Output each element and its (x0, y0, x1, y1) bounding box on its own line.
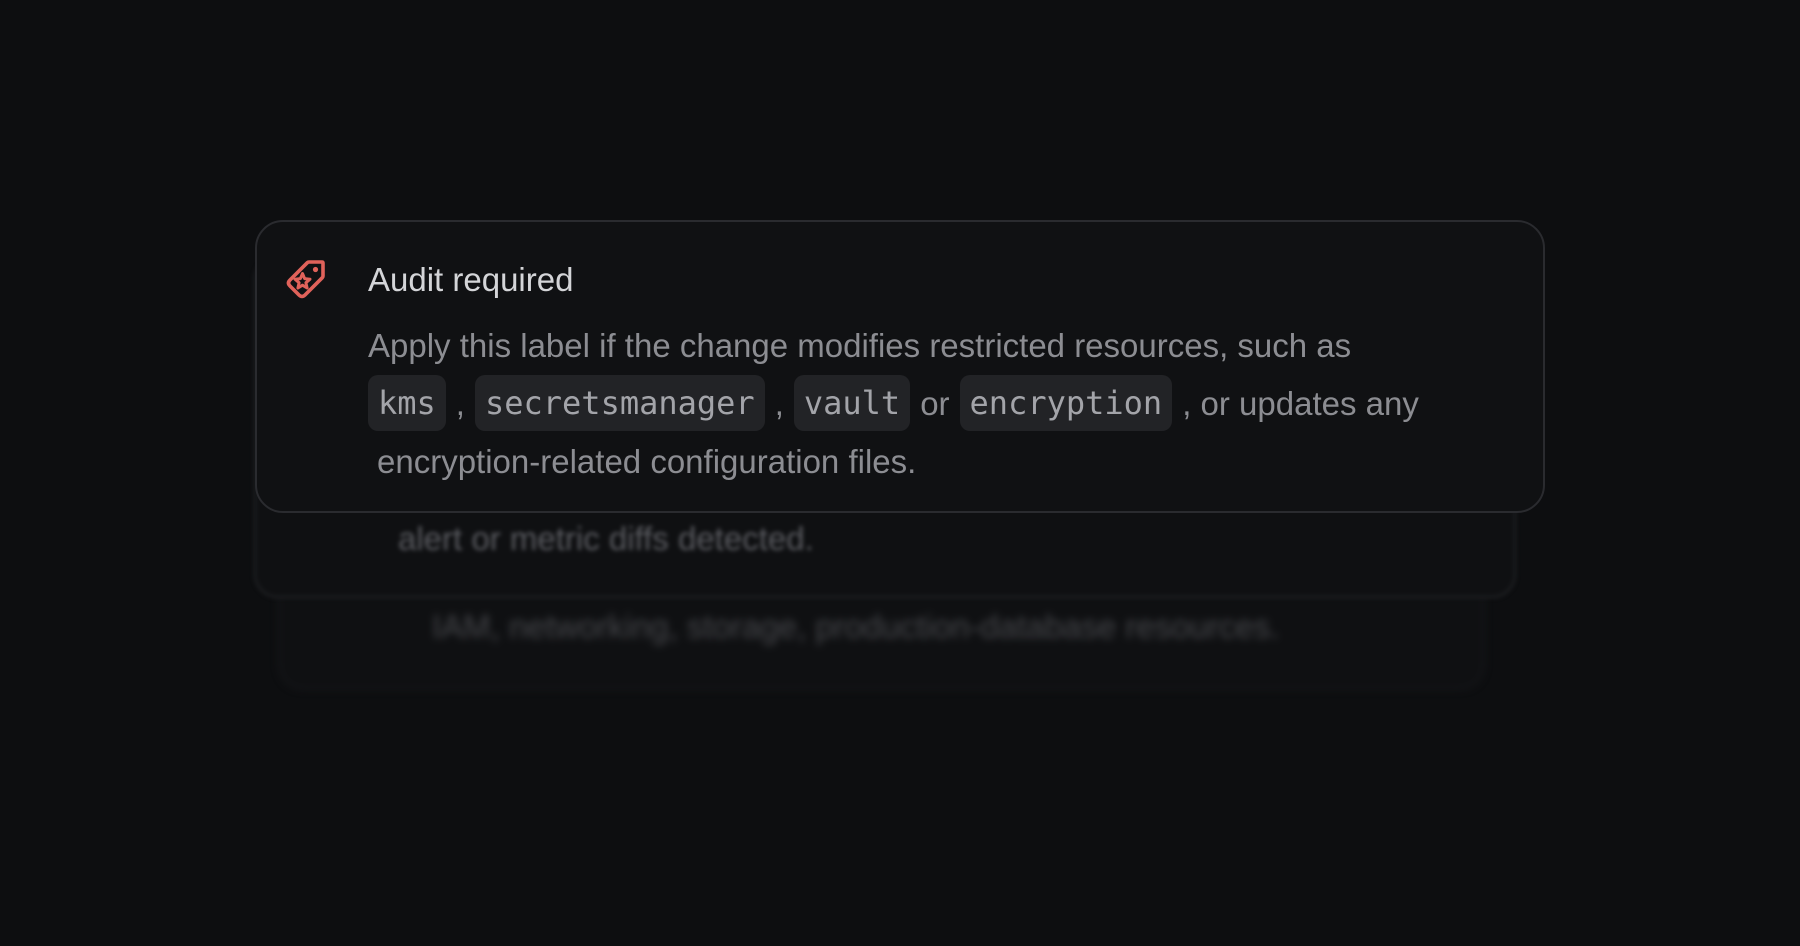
label-description: Apply this label if the change modifies … (368, 317, 1518, 491)
code-term-vault: vault (793, 375, 911, 431)
audit-required-label-card[interactable]: Audit required Apply this label if the c… (255, 220, 1545, 513)
label-title: Audit required (368, 261, 574, 298)
description-line-3: encryption-related configuration files. (377, 443, 917, 480)
tag-icon (283, 258, 327, 302)
description-line-2: kms, secretsmanager, vault or encryption, or… (368, 375, 1518, 433)
code-term-kms: kms (368, 375, 446, 431)
separator-or: or (920, 385, 950, 422)
code-term-secretsmanager: secretsmanager (474, 375, 765, 431)
description-line-1: Apply this label if the change modifies … (368, 327, 1352, 364)
code-term-encryption: encryption (959, 375, 1173, 431)
background-card-1-text: alert or metric diffs detected. (398, 520, 814, 557)
separator-comma: , (455, 385, 465, 422)
background-card-2-text: IAM, networking, storage, production-dat… (432, 608, 1280, 645)
separator-comma: , (774, 385, 784, 422)
separator-updates: , or updates any (1182, 385, 1419, 422)
